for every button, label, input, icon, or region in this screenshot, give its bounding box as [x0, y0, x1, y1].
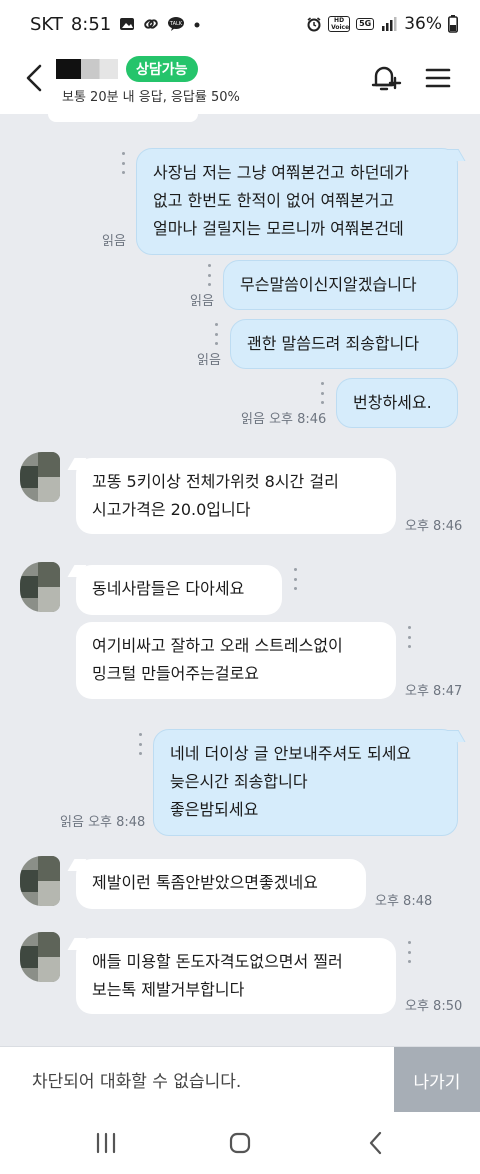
battery-percent: 36% — [404, 14, 442, 34]
read-receipt: 읽음 — [190, 294, 214, 309]
back-button[interactable] — [18, 60, 50, 96]
message-options-icon[interactable] — [406, 626, 412, 648]
clock: 8:51 — [70, 13, 112, 35]
message-bubble-theirs[interactable]: 여기비싸고 잘하고 오래 스트레스없이 밍크털 만들어주는걸로요 — [76, 622, 396, 699]
avatar[interactable] — [20, 932, 60, 982]
back-icon — [369, 1131, 382, 1155]
menu-button[interactable] — [420, 58, 456, 98]
message-time: 오후 8:46 — [405, 519, 463, 534]
chevron-left-icon — [26, 64, 42, 92]
back-nav-button[interactable] — [356, 1126, 396, 1160]
bell-plus-icon — [371, 66, 402, 91]
message-bubble-theirs[interactable]: 제발이런 톡좀안받았으면좋겠네요 — [67, 859, 366, 909]
home-icon — [229, 1132, 251, 1154]
blocked-footer: 차단되어 대화할 수 없습니다. 나가기 — [0, 1046, 480, 1113]
message-time: 오후 8:50 — [405, 999, 463, 1014]
status-badge: 상담가능 — [126, 56, 198, 82]
message-bubble-theirs[interactable]: 동네사람들은 다아세요 — [67, 565, 282, 615]
message-bubble-mine[interactable]: 네네 더이상 글 안보내주셔도 되세요 늦은시간 죄송합니다 좋은밤되세요 — [153, 729, 466, 836]
blocked-message: 차단되어 대화할 수 없습니다. — [32, 1072, 242, 1092]
message-bubble-mine[interactable]: 괜한 말씀드려 죄송합니다 — [230, 319, 458, 369]
read-receipt: 읽음 — [102, 234, 126, 249]
hamburger-menu-icon — [425, 68, 451, 88]
response-info: 보통 20분 내 응답, 응답률 50% — [62, 90, 240, 105]
message-options-icon[interactable] — [319, 382, 325, 404]
talk-icon: TALK — [168, 17, 185, 31]
notification-button[interactable] — [365, 58, 405, 98]
message-bubble-theirs[interactable]: 꼬똥 5키이상 전체가위컷 8시간 걸리 시고가격은 20.0입니다 — [67, 458, 396, 534]
message-options-icon[interactable] — [406, 941, 412, 963]
svg-text:TALK: TALK — [169, 21, 183, 27]
message-options-icon[interactable] — [292, 568, 298, 590]
message-options-icon[interactable] — [120, 152, 126, 174]
recent-apps-icon — [96, 1132, 116, 1154]
message-options-icon[interactable] — [213, 323, 219, 345]
previous-message-partial — [48, 114, 198, 122]
leave-button[interactable]: 나가기 — [394, 1047, 480, 1113]
network-badge: 5G — [356, 18, 375, 30]
recent-apps-button[interactable] — [86, 1126, 126, 1160]
avatar[interactable] — [20, 452, 60, 502]
message-bubble-theirs[interactable]: 애들 미용할 돈도자격도없으면서 찔러 보는톡 제발거부합니다 — [67, 938, 396, 1014]
home-button[interactable] — [220, 1126, 260, 1160]
system-nav-bar — [0, 1112, 480, 1174]
message-time: 오후 8:47 — [405, 684, 463, 699]
read-receipt: 읽음 오후 8:48 — [60, 815, 146, 830]
battery-icon — [448, 15, 458, 33]
gallery-icon — [120, 18, 135, 30]
message-bubble-mine[interactable]: 무슨말씀이신지알겠습니다 — [223, 260, 458, 310]
chat-header: 상담가능 보통 20분 내 응답, 응답률 50% — [0, 48, 480, 114]
signal-icon — [382, 17, 397, 31]
notification-dot-icon — [194, 22, 200, 28]
message-options-icon[interactable] — [137, 733, 143, 755]
message-bubble-mine[interactable]: 사장님 저는 그냥 여쭤본건고 하던데가 없고 한번도 한적이 없어 여쭤본거고… — [136, 148, 466, 255]
volte-badge: HD Voice — [328, 16, 351, 32]
carrier-label: SKT — [30, 13, 63, 35]
avatar[interactable] — [20, 562, 60, 612]
message-bubble-mine[interactable]: 번창하세요. — [336, 378, 458, 428]
contact-name-redacted — [56, 59, 118, 79]
read-receipt: 읽음 오후 8:46 — [241, 412, 327, 427]
message-options-icon[interactable] — [206, 264, 212, 286]
status-bar: SKT 8:51 TALK HD Voice 5G 36% — [0, 0, 480, 48]
read-receipt: 읽음 — [197, 353, 221, 368]
message-time: 오후 8:48 — [375, 894, 433, 909]
chat-area[interactable]: 사장님 저는 그냥 여쭤본건고 하던데가 없고 한번도 한적이 없어 여쭤본거고… — [0, 114, 480, 1046]
avatar[interactable] — [20, 856, 60, 906]
alarm-icon — [307, 17, 321, 32]
link-icon — [144, 19, 159, 29]
